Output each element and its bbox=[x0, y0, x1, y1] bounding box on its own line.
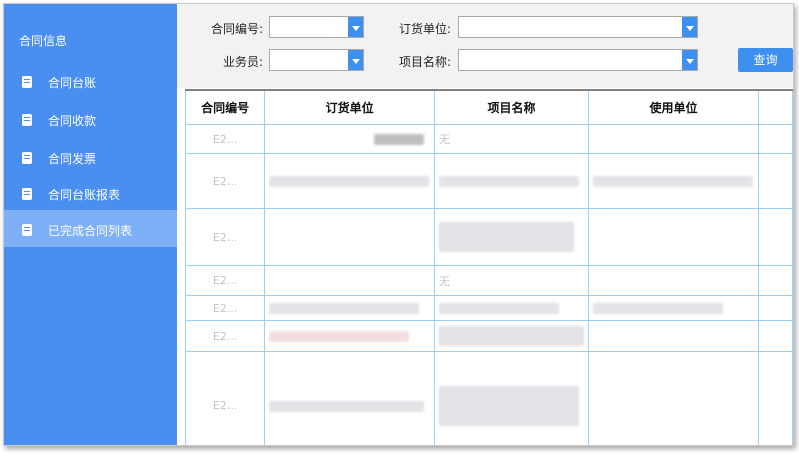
chevron-down-icon[interactable] bbox=[682, 50, 697, 70]
cell-extra bbox=[757, 208, 793, 266]
app-window: 合同信息 合同台账 合同收款 合同发票 合同台账报表 已完成合同列表 合同编号: bbox=[3, 3, 794, 446]
chevron-down-icon[interactable] bbox=[682, 17, 697, 37]
order-unit-label: 订货单位: bbox=[398, 22, 451, 36]
cell-contract-no: E2... bbox=[185, 208, 266, 266]
sidebar-item-label: 合同收款 bbox=[48, 114, 97, 128]
cell-use-unit bbox=[588, 320, 759, 352]
cell-contract-no: E2... bbox=[185, 320, 266, 352]
sidebar-item-contract-receipts[interactable]: 合同收款 bbox=[4, 100, 177, 137]
sidebar-item-label: 合同发票 bbox=[48, 152, 97, 166]
filter-panel: 合同编号: 订货单位: 业务员: 项目名称: 查询 bbox=[177, 4, 793, 88]
document-icon bbox=[22, 152, 32, 164]
table-header-row: 合同编号 订货单位 项目名称 使用单位 bbox=[185, 89, 793, 125]
cell-order-unit bbox=[264, 124, 436, 154]
cell-order-unit bbox=[264, 208, 436, 266]
chevron-down-icon[interactable] bbox=[348, 17, 363, 37]
salesperson-label: 业务员: bbox=[222, 55, 263, 69]
cell-project-name: 无 bbox=[434, 265, 590, 296]
cell-order-unit bbox=[264, 153, 436, 209]
sidebar-item-label: 合同台账报表 bbox=[48, 188, 121, 202]
document-icon bbox=[22, 76, 32, 88]
cell-use-unit bbox=[588, 351, 759, 445]
main-content: 合同编号: 订货单位: 业务员: 项目名称: 查询 合同编号 订货单位 项目名称… bbox=[177, 4, 793, 445]
document-icon bbox=[22, 114, 32, 126]
table-row[interactable]: E2... 无 bbox=[185, 265, 793, 296]
column-header[interactable]: 使用单位 bbox=[588, 89, 759, 125]
salesperson-select[interactable] bbox=[269, 49, 364, 71]
sidebar: 合同信息 合同台账 合同收款 合同发票 合同台账报表 已完成合同列表 bbox=[4, 4, 177, 445]
table-row[interactable]: E2... bbox=[185, 320, 793, 352]
cell-use-unit bbox=[588, 153, 759, 209]
cell-extra bbox=[757, 320, 793, 352]
cell-extra bbox=[757, 295, 793, 321]
cell-project-name bbox=[434, 295, 590, 321]
cell-contract-no: E2... bbox=[185, 295, 266, 321]
cell-use-unit bbox=[588, 208, 759, 266]
cell-order-unit bbox=[264, 265, 436, 296]
sidebar-item-contract-invoices[interactable]: 合同发票 bbox=[4, 138, 177, 175]
sidebar-item-completed-contracts[interactable]: 已完成合同列表 bbox=[4, 210, 177, 247]
contract-no-label: 合同编号: bbox=[210, 22, 263, 36]
cell-extra bbox=[757, 124, 793, 154]
cell-use-unit bbox=[588, 124, 759, 154]
document-icon bbox=[22, 188, 32, 200]
cell-project-name: 无 bbox=[434, 124, 590, 154]
sidebar-item-contract-ledger[interactable]: 合同台账 bbox=[4, 62, 177, 99]
cell-extra bbox=[757, 265, 793, 296]
table-row[interactable]: E2... bbox=[185, 295, 793, 321]
sidebar-title: 合同信息 bbox=[19, 34, 68, 48]
table-row[interactable]: E2... bbox=[185, 208, 793, 266]
project-name-label: 项目名称: bbox=[398, 55, 451, 69]
chevron-down-icon[interactable] bbox=[348, 50, 363, 70]
column-header[interactable]: 订货单位 bbox=[264, 89, 436, 125]
cell-contract-no: E2... bbox=[185, 351, 266, 445]
column-header[interactable]: 项目名称 bbox=[434, 89, 590, 125]
cell-use-unit bbox=[588, 295, 759, 321]
sidebar-item-label: 已完成合同列表 bbox=[48, 224, 133, 238]
document-icon bbox=[22, 224, 32, 236]
cell-extra bbox=[757, 351, 793, 445]
contracts-table-container[interactable]: 合同编号 订货单位 项目名称 使用单位 E2... 无 E2... E2... … bbox=[185, 89, 793, 445]
cell-project-name bbox=[434, 208, 590, 266]
sidebar-item-label: 合同台账 bbox=[48, 76, 97, 90]
cell-contract-no: E2... bbox=[185, 124, 266, 154]
cell-contract-no: E2... bbox=[185, 265, 266, 296]
cell-extra bbox=[757, 153, 793, 209]
cell-project-name bbox=[434, 351, 590, 445]
cell-order-unit bbox=[264, 351, 436, 445]
cell-contract-no: E2... bbox=[185, 153, 266, 209]
table-row[interactable]: E2... bbox=[185, 153, 793, 209]
table-row[interactable]: E2... bbox=[185, 351, 793, 445]
column-header-extra bbox=[757, 89, 793, 125]
sidebar-item-ledger-report[interactable]: 合同台账报表 bbox=[4, 174, 177, 211]
project-name-select[interactable] bbox=[458, 49, 698, 71]
column-header[interactable]: 合同编号 bbox=[185, 89, 266, 125]
table-row[interactable]: E2... 无 bbox=[185, 124, 793, 154]
query-button[interactable]: 查询 bbox=[738, 48, 793, 72]
contract-no-select[interactable] bbox=[269, 16, 364, 38]
order-unit-select[interactable] bbox=[458, 16, 698, 38]
cell-project-name bbox=[434, 320, 590, 352]
cell-project-name bbox=[434, 153, 590, 209]
cell-use-unit bbox=[588, 265, 759, 296]
contracts-table: 合同编号 订货单位 项目名称 使用单位 E2... 无 E2... E2... … bbox=[185, 89, 793, 445]
cell-order-unit bbox=[264, 295, 436, 321]
cell-order-unit bbox=[264, 320, 436, 352]
